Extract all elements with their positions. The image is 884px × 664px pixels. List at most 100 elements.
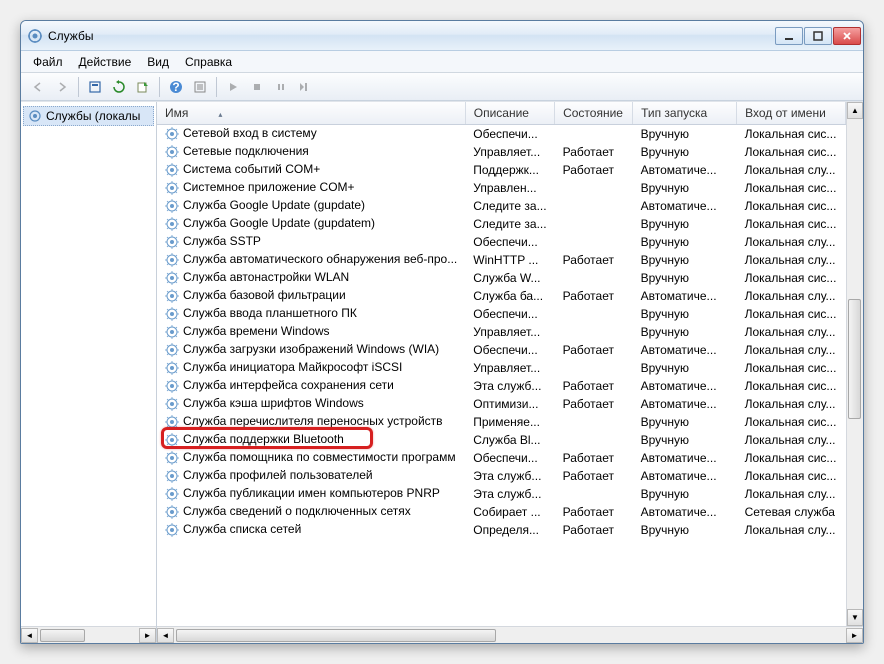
service-state: Работает [555, 521, 633, 539]
list-vscroll-thumb[interactable] [848, 299, 861, 419]
service-logon: Локальная сис... [737, 377, 846, 395]
help-icon[interactable]: ? [165, 76, 187, 98]
tree-scroll-thumb[interactable] [40, 629, 85, 642]
minimize-button[interactable] [775, 27, 803, 45]
service-state [555, 305, 633, 323]
maximize-button[interactable] [804, 27, 832, 45]
table-row[interactable]: Служба Google Update (gupdate)Следите за… [157, 197, 846, 215]
gear-icon [165, 163, 179, 177]
scroll-left-icon[interactable]: ◄ [21, 628, 38, 643]
menu-file[interactable]: Файл [25, 53, 71, 71]
table-row[interactable]: Система событий COM+Поддержк...РаботаетА… [157, 161, 846, 179]
menubar: Файл Действие Вид Справка [21, 51, 863, 73]
gear-icon [165, 289, 179, 303]
table-row[interactable]: Системное приложение COM+Управлен...Вруч… [157, 179, 846, 197]
scroll-up-icon[interactable]: ▲ [847, 102, 863, 119]
service-description: Управляет... [465, 323, 554, 341]
table-row[interactable]: Сетевые подключенияУправляет...РаботаетВ… [157, 143, 846, 161]
gear-icon [165, 505, 179, 519]
menu-help[interactable]: Справка [177, 53, 240, 71]
table-row[interactable]: Служба ввода планшетного ПКОбеспечи...Вр… [157, 305, 846, 323]
table-row[interactable]: Служба сведений о подключенных сетяхСоби… [157, 503, 846, 521]
service-logon: Локальная слу... [737, 395, 846, 413]
column-header-description[interactable]: Описание [465, 102, 554, 125]
service-logon: Локальная слу... [737, 431, 846, 449]
gear-icon [165, 379, 179, 393]
service-state: Работает [555, 161, 633, 179]
table-row[interactable]: Сетевой вход в системуОбеспечи...Вручную… [157, 125, 846, 143]
service-startup: Автоматиче... [633, 377, 737, 395]
list-hscroll[interactable]: ◄ ► [157, 626, 863, 643]
table-row[interactable]: Служба Google Update (gupdatem)Следите з… [157, 215, 846, 233]
gear-icon [165, 343, 179, 357]
tree-hscroll[interactable]: ◄ ► [21, 626, 156, 643]
service-name: Служба инициатора Майкрософт iSCSI [183, 360, 402, 374]
table-row[interactable]: Служба SSTPОбеспечи...ВручнуюЛокальная с… [157, 233, 846, 251]
content-area: Службы (локалы ◄ ► Имя▴ Описание [21, 101, 863, 643]
service-name: Служба загрузки изображений Windows (WIA… [183, 342, 439, 356]
gear-icon [165, 397, 179, 411]
table-row[interactable]: Служба инициатора Майкрософт iSCSIУправл… [157, 359, 846, 377]
service-logon: Локальная слу... [737, 251, 846, 269]
service-startup: Вручную [633, 179, 737, 197]
service-name: Служба сведений о подключенных сетях [183, 504, 411, 518]
service-startup: Вручную [633, 143, 737, 161]
scroll-down-icon[interactable]: ▼ [847, 609, 863, 626]
service-name: Служба списка сетей [183, 522, 301, 536]
service-startup: Вручную [633, 323, 737, 341]
service-state [555, 485, 633, 503]
table-row[interactable]: Служба автонастройки WLANСлужба W...Вруч… [157, 269, 846, 287]
column-header-state[interactable]: Состояние [555, 102, 633, 125]
table-row[interactable]: Служба интерфейса сохранения сетиЭта слу… [157, 377, 846, 395]
properties-icon[interactable] [84, 76, 106, 98]
gear-icon [165, 235, 179, 249]
scroll-right-icon[interactable]: ► [846, 628, 863, 643]
service-startup: Автоматиче... [633, 449, 737, 467]
refresh-icon[interactable] [108, 76, 130, 98]
service-state [555, 197, 633, 215]
nav-forward-icon [51, 76, 73, 98]
menu-view[interactable]: Вид [139, 53, 177, 71]
table-row[interactable]: Служба поддержки BluetoothСлужба Bl...Вр… [157, 431, 846, 449]
nav-back-icon [27, 76, 49, 98]
table-row[interactable]: Служба автоматического обнаружения веб-п… [157, 251, 846, 269]
column-header-name[interactable]: Имя▴ [157, 102, 465, 125]
titlebar[interactable]: Службы [21, 21, 863, 51]
restart-icon [294, 76, 316, 98]
services-window: Службы Файл Действие Вид Справка ? [20, 20, 864, 644]
table-row[interactable]: Служба помощника по совместимости програ… [157, 449, 846, 467]
table-row[interactable]: Служба кэша шрифтов WindowsОптимизи...Ра… [157, 395, 846, 413]
service-logon: Локальная слу... [737, 521, 846, 539]
gear-icon [165, 307, 179, 321]
details-icon[interactable] [189, 76, 211, 98]
scroll-right-icon[interactable]: ► [139, 628, 156, 643]
service-description: Служба ба... [465, 287, 554, 305]
service-logon: Локальная сис... [737, 179, 846, 197]
export-icon[interactable] [132, 76, 154, 98]
gear-icon [165, 217, 179, 231]
list-vscroll[interactable]: ▲ ▼ [846, 102, 863, 626]
service-state [555, 233, 633, 251]
column-header-logon[interactable]: Вход от имени [737, 102, 846, 125]
table-row[interactable]: Служба загрузки изображений Windows (WIA… [157, 341, 846, 359]
table-row[interactable]: Служба времени WindowsУправляет...Вручну… [157, 323, 846, 341]
service-logon: Локальная сис... [737, 125, 846, 143]
service-state [555, 179, 633, 197]
service-startup: Вручную [633, 233, 737, 251]
service-name: Служба базовой фильтрации [183, 288, 346, 302]
close-button[interactable] [833, 27, 861, 45]
service-description: Управляет... [465, 143, 554, 161]
tree-root-services[interactable]: Службы (локалы [23, 106, 154, 126]
table-row[interactable]: Служба перечислителя переносных устройст… [157, 413, 846, 431]
service-logon: Локальная сис... [737, 269, 846, 287]
app-icon [27, 28, 43, 44]
column-header-startup[interactable]: Тип запуска [633, 102, 737, 125]
scroll-left-icon[interactable]: ◄ [157, 628, 174, 643]
table-row[interactable]: Служба публикации имен компьютеров PNRPЭ… [157, 485, 846, 503]
service-startup: Автоматиче... [633, 395, 737, 413]
list-hscroll-thumb[interactable] [176, 629, 496, 642]
table-row[interactable]: Служба базовой фильтрацииСлужба ба...Раб… [157, 287, 846, 305]
menu-action[interactable]: Действие [71, 53, 140, 71]
table-row[interactable]: Служба списка сетейОпределя...РаботаетВр… [157, 521, 846, 539]
table-row[interactable]: Служба профилей пользователейЭта служб..… [157, 467, 846, 485]
